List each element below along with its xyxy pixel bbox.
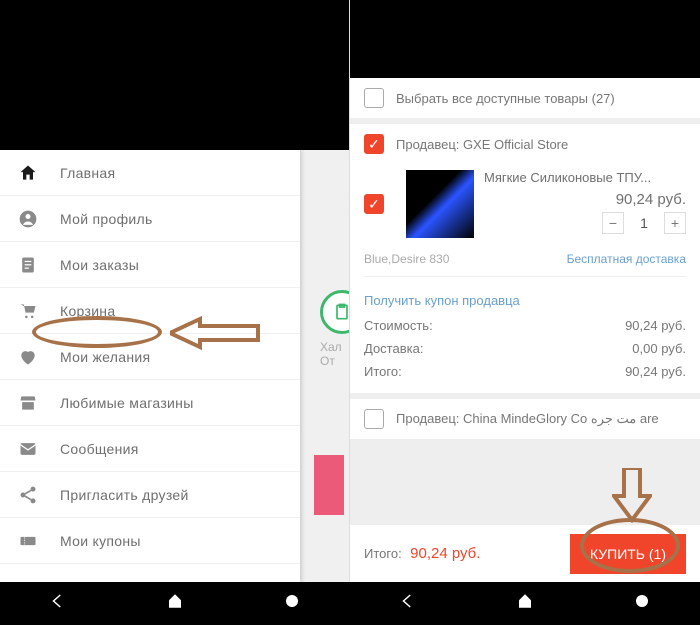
menu-item-invite[interactable]: Пригласить друзей: [0, 472, 300, 518]
menu-item-profile[interactable]: Мой профиль: [0, 196, 300, 242]
recents-icon[interactable]: [633, 592, 651, 615]
sum-total-label: Итого:: [364, 364, 402, 379]
back-icon[interactable]: [49, 592, 67, 615]
menu-label: Мой профиль: [60, 211, 153, 227]
footer-total-label: Итого:: [364, 546, 402, 561]
menu-label: Мои купоны: [60, 533, 141, 549]
menu-label: Мои желания: [60, 349, 150, 365]
menu-label: Главная: [60, 165, 115, 181]
footer-total-value: 90,24 руб.: [410, 545, 480, 562]
menu-label: Любимые магазины: [60, 395, 194, 411]
peek-pink-edge: [314, 455, 344, 515]
home-nav-icon[interactable]: [166, 592, 184, 615]
sum-cost-val: 90,24 руб.: [625, 318, 686, 333]
select-all-row[interactable]: Выбрать все доступные товары (27): [350, 78, 700, 118]
home-nav-icon[interactable]: [516, 592, 534, 615]
sum-total-val: 90,24 руб.: [625, 364, 686, 379]
checkbox-item-1[interactable]: ✓: [364, 194, 384, 214]
person-icon: [16, 209, 40, 229]
nav-drawer: Главная Мой профиль Мои заказы Корзина М…: [0, 150, 300, 582]
android-navbar: [0, 582, 700, 625]
checkbox-select-all[interactable]: [364, 88, 384, 108]
get-coupon-link[interactable]: Получить купон продавца: [364, 287, 686, 314]
variant-label: Blue,Desire 830: [364, 252, 449, 266]
sum-ship-label: Доставка:: [364, 341, 423, 356]
recents-icon[interactable]: [283, 592, 301, 615]
menu-item-wishlist[interactable]: Мои желания: [0, 334, 300, 380]
item-title[interactable]: Мягкие Силиконовые ТПУ...: [484, 170, 686, 185]
coupon-icon: [16, 531, 40, 551]
peek-text: ХалОт: [320, 340, 342, 368]
checkbox-seller-2[interactable]: [364, 409, 384, 429]
mail-icon: [16, 439, 40, 459]
menu-item-cart[interactable]: Корзина: [0, 288, 300, 334]
menu-item-coupons[interactable]: Мои купоны: [0, 518, 300, 564]
quantity-stepper: − 1 +: [484, 212, 686, 234]
seller-2-row[interactable]: Продавец: China MindeGlory Co مت جره are: [350, 399, 700, 439]
menu-label: Пригласить друзей: [60, 487, 189, 503]
menu-label: Сообщения: [60, 441, 139, 457]
cart-icon: [16, 301, 40, 321]
seller-1-label: Продавец: GXE Official Store: [396, 137, 568, 152]
share-icon: [16, 485, 40, 505]
qty-value: 1: [624, 215, 664, 231]
home-icon: [16, 163, 40, 183]
video-area-left: [0, 0, 349, 150]
qty-plus-button[interactable]: +: [664, 212, 686, 234]
item-thumbnail[interactable]: [406, 170, 474, 238]
store-icon: [16, 393, 40, 413]
menu-item-orders[interactable]: Мои заказы: [0, 242, 300, 288]
sum-cost-label: Стоимость:: [364, 318, 433, 333]
qty-minus-button[interactable]: −: [602, 212, 624, 234]
menu-item-home[interactable]: Главная: [0, 150, 300, 196]
buy-button[interactable]: КУПИТЬ (1): [570, 534, 686, 574]
back-icon[interactable]: [399, 592, 417, 615]
menu-label: Корзина: [60, 303, 115, 319]
sum-ship-val: 0,00 руб.: [632, 341, 686, 356]
menu-item-fav-stores[interactable]: Любимые магазины: [0, 380, 300, 426]
heart-icon: [16, 347, 40, 367]
select-all-label: Выбрать все доступные товары (27): [396, 91, 615, 106]
menu-label: Мои заказы: [60, 257, 139, 273]
checkbox-seller-1[interactable]: ✓: [364, 134, 384, 154]
video-area-right: [350, 0, 700, 78]
clipboard-icon: [16, 255, 40, 275]
free-shipping-link[interactable]: Бесплатная доставка: [567, 252, 686, 266]
menu-item-messages[interactable]: Сообщения: [0, 426, 300, 472]
seller-1-card: ✓ Продавец: GXE Official Store ✓ Мягкие …: [350, 124, 700, 393]
item-price: 90,24 руб.: [484, 191, 686, 208]
buy-bar: Итого: 90,24 руб. КУПИТЬ (1): [350, 524, 700, 582]
seller-2-label: Продавец: China MindeGlory Co مت جره are: [396, 411, 659, 427]
